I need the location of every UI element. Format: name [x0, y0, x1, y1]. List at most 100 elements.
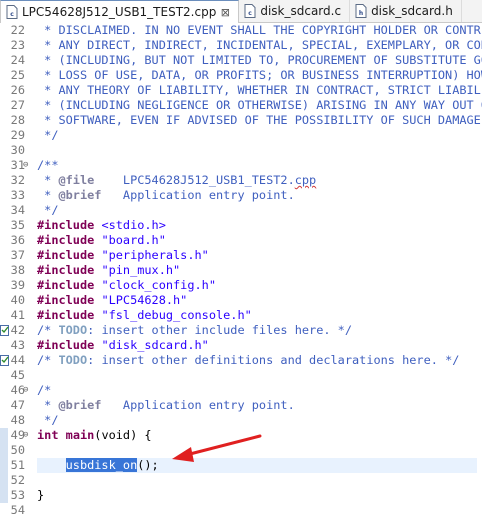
code-token: #include: [37, 293, 95, 307]
code-token: "fsl_debug_console.h": [94, 308, 252, 322]
code-line: 32 * @file LPC54628J512_USB1_TEST2.cpp: [0, 173, 482, 188]
code-token: #include: [37, 248, 95, 262]
code-token: */: [37, 413, 59, 427]
code-text[interactable]: * (INCLUDING NEGLIGENCE OR OTHERWISE) AR…: [37, 98, 482, 113]
code-text[interactable]: * @file LPC54628J512_USB1_TEST2.cpp: [37, 173, 316, 188]
code-text[interactable]: /* TODO: insert other definitions and de…: [37, 353, 459, 368]
code-text[interactable]: */: [37, 128, 58, 143]
code-text[interactable]: * LOSS OF USE, DATA, OR PROFITS; OR BUSI…: [37, 68, 482, 83]
line-number: 50: [10, 443, 25, 457]
line-number: 28: [10, 113, 25, 127]
code-line: 41 #include "fsl_debug_console.h": [0, 308, 482, 323]
code-line: 52: [0, 473, 482, 488]
code-line: 25 * LOSS OF USE, DATA, OR PROFITS; OR B…: [0, 68, 482, 83]
code-text[interactable]: #include "peripherals.h": [37, 248, 209, 263]
cpp-file-icon: c: [6, 5, 18, 19]
code-token: TODO: [58, 323, 88, 337]
fold-toggle-icon[interactable]: ⊖: [23, 158, 33, 173]
fold-toggle-icon[interactable]: ⊖: [23, 428, 33, 443]
code-text[interactable]: usbdisk_on();: [37, 458, 159, 473]
code-text[interactable]: #include "pin_mux.h": [37, 263, 180, 278]
editor-tab-bar: c LPC54628J512_USB1_TEST2.cpp ⊠ c disk_sdcar…: [0, 0, 482, 23]
code-token: * (INCLUDING, BUT NOT LIMITED TO, PROCUR…: [37, 53, 482, 67]
line-number: 42: [10, 323, 25, 337]
code-text[interactable]: #include "clock_config.h": [37, 278, 216, 293]
code-token: }: [37, 488, 45, 502]
code-token: "disk_sdcard.h": [94, 338, 209, 352]
code-line: 42 /* TODO: insert other include files he…: [0, 323, 482, 338]
code-text[interactable]: /**: [37, 158, 58, 173]
code-token: <stdio.h>: [94, 218, 166, 232]
code-line: 27 * (INCLUDING NEGLIGENCE OR OTHERWISE)…: [0, 98, 482, 113]
code-text[interactable]: */: [37, 203, 58, 218]
code-token: * DISCLAIMED. IN NO EVENT SHALL THE COPY…: [37, 23, 482, 37]
code-token: (void) {: [94, 428, 152, 442]
code-token: /*: [37, 323, 59, 337]
code-token: TODO: [58, 353, 88, 367]
code-line: 40 #include "LPC54628.h": [0, 293, 482, 308]
code-token: "peripherals.h": [94, 248, 209, 262]
code-text[interactable]: #include "fsl_debug_console.h": [37, 308, 252, 323]
code-token: @brief: [58, 398, 102, 412]
code-text[interactable]: #include "disk_sdcard.h": [37, 338, 209, 353]
tab-3[interactable]: h disk_sdcard.h: [350, 0, 462, 22]
code-text[interactable]: * @brief Application entry point.: [37, 398, 295, 413]
code-token: #include: [37, 278, 95, 292]
code-editor[interactable]: 22 * DISCLAIMED. IN NO EVENT SHALL THE C…: [0, 23, 482, 517]
line-number: 48: [10, 413, 25, 427]
code-text[interactable]: */: [37, 413, 58, 428]
code-text[interactable]: }: [37, 488, 44, 503]
line-number: 52: [10, 473, 25, 487]
line-number: 35: [10, 218, 25, 232]
code-token: * (INCLUDING NEGLIGENCE OR OTHERWISE) AR…: [37, 98, 482, 112]
line-number: 47: [10, 398, 25, 412]
code-token: /**: [37, 158, 59, 172]
svg-text:c: c: [249, 10, 253, 17]
code-token: *: [37, 173, 59, 187]
fold-toggle-icon[interactable]: ⊖: [23, 383, 33, 398]
tab-2[interactable]: c disk_sdcard.c: [239, 0, 351, 22]
code-line: 53}: [0, 488, 482, 503]
code-token: LPC54628J512_USB1_TEST2.: [94, 173, 295, 187]
selected-function-call: usbdisk_on: [65, 458, 138, 472]
code-token: #include: [37, 218, 95, 232]
code-line: 49 ⊖ int main(void) {: [0, 428, 482, 443]
line-number: 29: [10, 128, 25, 142]
code-token: */: [37, 203, 59, 217]
c-file-icon: c: [244, 4, 256, 18]
code-text[interactable]: #include "LPC54628.h": [37, 293, 187, 308]
code-token: * ANY DIRECT, INDIRECT, INCIDENTAL, SPEC…: [44, 38, 482, 52]
code-text[interactable]: * (INCLUDING, BUT NOT LIMITED TO, PROCUR…: [37, 53, 482, 68]
code-text[interactable]: /*: [37, 383, 51, 398]
code-line: 45: [0, 368, 482, 383]
close-tab-icon[interactable]: ⊠: [220, 6, 230, 19]
tab-label: LPC54628J512_USB1_TEST2.cpp: [22, 5, 217, 19]
code-line: 31 ⊖/**: [0, 158, 482, 173]
code-text[interactable]: * SOFTWARE, EVEN IF ADVISED OF THE POSSI…: [37, 113, 482, 128]
code-text[interactable]: /* TODO: insert other include files here…: [37, 323, 352, 338]
code-token: * SOFTWARE, EVEN IF ADVISED OF THE POSSI…: [37, 113, 482, 127]
code-token: #include: [37, 308, 95, 322]
code-line: 43 #include "disk_sdcard.h": [0, 338, 482, 353]
code-line: 38 #include "pin_mux.h": [0, 263, 482, 278]
line-number: 34: [10, 203, 25, 217]
h-file-icon: h: [355, 4, 367, 18]
code-text[interactable]: #include "board.h": [37, 233, 166, 248]
code-token: /*: [37, 383, 52, 397]
line-number: 51: [10, 458, 25, 472]
code-line: 37 #include "peripherals.h": [0, 248, 482, 263]
tab-1[interactable]: c LPC54628J512_USB1_TEST2.cpp ⊠: [0, 0, 240, 23]
code-text[interactable]: * ANY DIRECT, INDIRECT, INCIDENTAL, SPEC…: [37, 38, 482, 53]
code-token: #include: [37, 233, 95, 247]
code-text[interactable]: * DISCLAIMED. IN NO EVENT SHALL THE COPY…: [37, 23, 482, 38]
line-number: 22: [10, 23, 25, 37]
code-token: *: [37, 398, 59, 412]
code-text[interactable]: * ANY THEORY OF LIABILITY, WHETHER IN CO…: [37, 83, 482, 98]
code-text[interactable]: #include <stdio.h>: [37, 218, 166, 233]
line-number: 44: [10, 353, 25, 367]
line-number: 37: [10, 248, 25, 262]
code-text[interactable]: int main(void) {: [37, 428, 152, 443]
code-text[interactable]: * @brief Application entry point.: [37, 188, 295, 203]
code-token: #include: [37, 338, 95, 352]
code-line: 33 * @brief Application entry point.: [0, 188, 482, 203]
